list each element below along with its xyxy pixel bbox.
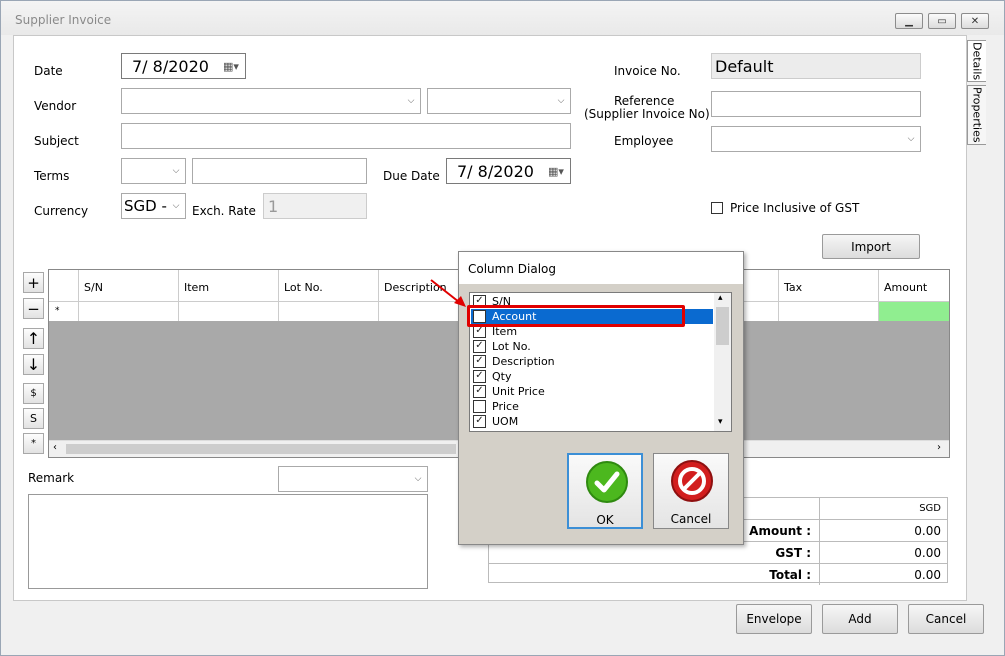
dialog-cancel-label: Cancel bbox=[670, 512, 712, 526]
calendar-icon: ▦▾ bbox=[223, 59, 239, 73]
chevron-down-icon: ⌵ bbox=[557, 96, 565, 106]
chevron-down-icon: ⌵ bbox=[407, 96, 415, 106]
currency-dropdown[interactable]: SGD - ⌵ bbox=[121, 193, 186, 219]
checkbox-checked-icon[interactable]: ✓ bbox=[473, 385, 486, 398]
terms-input[interactable] bbox=[192, 158, 367, 184]
invoice-no-input[interactable]: Default bbox=[711, 53, 921, 79]
vendor-secondary-dropdown[interactable]: ⌵ bbox=[427, 88, 571, 114]
column-option-description[interactable]: ✓ Description bbox=[471, 354, 713, 369]
subject-input[interactable] bbox=[121, 123, 571, 149]
chevron-down-icon: ⌵ bbox=[414, 474, 422, 484]
star-button[interactable]: * bbox=[23, 433, 44, 454]
column-header-lot-no[interactable]: Lot No. bbox=[279, 270, 379, 301]
dialog-cancel-button[interactable]: Cancel bbox=[653, 453, 729, 529]
calendar-icon: ▦▾ bbox=[548, 164, 564, 178]
s-button[interactable]: S bbox=[23, 408, 44, 429]
column-dialog: Column Dialog ✓ S/N Account ✓ Item ✓ Lot No… bbox=[458, 251, 744, 545]
column-header-tax[interactable]: Tax bbox=[779, 270, 879, 301]
ok-label: OK bbox=[596, 513, 614, 527]
invoice-no-label: Invoice No. bbox=[614, 64, 681, 78]
title-bar: Supplier Invoice ▁ ▭ ✕ bbox=[1, 1, 1004, 35]
remark-dropdown[interactable]: ⌵ bbox=[278, 466, 428, 492]
reference-input[interactable] bbox=[711, 91, 921, 117]
list-scroll-thumb[interactable] bbox=[716, 307, 729, 345]
chevron-down-icon: ⌵ bbox=[907, 134, 915, 144]
date-label: Date bbox=[34, 64, 63, 78]
column-option-price[interactable]: Price bbox=[471, 399, 713, 414]
dialog-title-bar: Column Dialog bbox=[459, 252, 743, 284]
cancel-icon bbox=[671, 460, 713, 502]
window-title: Supplier Invoice bbox=[15, 13, 112, 27]
remark-textarea[interactable] bbox=[28, 494, 428, 589]
list-scrollbar[interactable]: ▴ ▾ bbox=[714, 293, 731, 431]
employee-label: Employee bbox=[614, 134, 674, 148]
checkbox-checked-icon[interactable]: ✓ bbox=[473, 340, 486, 353]
remark-label: Remark bbox=[28, 471, 75, 485]
close-button[interactable]: ✕ bbox=[961, 13, 989, 29]
terms-label: Terms bbox=[34, 169, 70, 183]
dialog-title: Column Dialog bbox=[468, 262, 556, 276]
scroll-right-icon[interactable]: › bbox=[937, 442, 941, 453]
move-up-button[interactable]: ↑ bbox=[23, 328, 44, 349]
totals-currency: SGD bbox=[819, 498, 947, 519]
amount-cell[interactable] bbox=[879, 302, 949, 321]
scroll-thumb[interactable] bbox=[66, 444, 456, 454]
price-button[interactable]: $ bbox=[23, 383, 44, 404]
chevron-down-icon: ⌵ bbox=[172, 166, 180, 176]
date-picker[interactable]: 7/ 8/2020 ▦▾ bbox=[121, 53, 246, 79]
import-button[interactable]: Import bbox=[822, 234, 920, 259]
column-option-qty[interactable]: ✓ Qty bbox=[471, 369, 713, 384]
checkbox-checked-icon[interactable]: ✓ bbox=[473, 355, 486, 368]
minimize-button[interactable]: ▁ bbox=[895, 13, 923, 29]
employee-dropdown[interactable]: ⌵ bbox=[711, 126, 921, 152]
column-header-item[interactable]: Item bbox=[179, 270, 279, 301]
cancel-button[interactable]: Cancel bbox=[908, 604, 984, 634]
new-row-marker: * bbox=[49, 302, 79, 321]
column-option-lot-no[interactable]: ✓ Lot No. bbox=[471, 339, 713, 354]
grand-total-row: Total : 0.00 bbox=[489, 563, 947, 585]
red-arrow-icon bbox=[430, 279, 466, 307]
due-date-value: 7/ 8/2020 bbox=[457, 161, 534, 181]
envelope-button[interactable]: Envelope bbox=[736, 604, 812, 634]
chevron-down-icon: ⌵ bbox=[172, 201, 180, 211]
scroll-up-icon[interactable]: ▴ bbox=[718, 293, 723, 303]
exch-rate-label: Exch. Rate bbox=[192, 204, 256, 218]
scroll-down-icon[interactable]: ▾ bbox=[718, 417, 723, 427]
highlight-box bbox=[467, 305, 685, 327]
subject-label: Subject bbox=[34, 134, 79, 148]
move-down-button[interactable]: ↓ bbox=[23, 354, 44, 375]
column-header-amount[interactable]: Amount bbox=[879, 270, 949, 301]
due-date-picker[interactable]: 7/ 8/2020 ▦▾ bbox=[446, 158, 571, 184]
currency-value: SGD - bbox=[124, 197, 167, 215]
column-option-unit-price[interactable]: ✓ Unit Price bbox=[471, 384, 713, 399]
column-option-uom[interactable]: ✓ UOM bbox=[471, 414, 713, 429]
price-inclusive-label: Price Inclusive of GST bbox=[730, 201, 860, 215]
tab-properties[interactable]: Properties bbox=[967, 85, 986, 145]
checkbox-checked-icon[interactable]: ✓ bbox=[473, 415, 486, 428]
maximize-button[interactable]: ▭ bbox=[928, 13, 956, 29]
reference-sublabel: (Supplier Invoice No) bbox=[584, 107, 710, 121]
check-icon bbox=[586, 461, 628, 503]
checkbox-checked-icon[interactable]: ✓ bbox=[473, 370, 486, 383]
column-header-sn[interactable]: S/N bbox=[79, 270, 179, 301]
scroll-left-icon[interactable]: ‹ bbox=[53, 442, 57, 453]
reference-label: Reference bbox=[614, 94, 675, 108]
remove-row-button[interactable]: − bbox=[23, 298, 44, 319]
add-row-button[interactable]: + bbox=[23, 272, 44, 293]
ok-button[interactable]: OK bbox=[567, 453, 643, 529]
due-date-label: Due Date bbox=[383, 169, 440, 183]
vendor-dropdown[interactable]: ⌵ bbox=[121, 88, 421, 114]
currency-label: Currency bbox=[34, 204, 89, 218]
tab-details[interactable]: Details bbox=[967, 40, 986, 82]
price-inclusive-checkbox[interactable] bbox=[711, 202, 723, 214]
checkbox-unchecked-icon[interactable] bbox=[473, 400, 486, 413]
vendor-label: Vendor bbox=[34, 99, 77, 113]
date-value: 7/ 8/2020 bbox=[132, 56, 209, 76]
add-button[interactable]: Add bbox=[822, 604, 898, 634]
exch-rate-input[interactable]: 1 bbox=[263, 193, 367, 219]
terms-dropdown[interactable]: ⌵ bbox=[121, 158, 186, 184]
